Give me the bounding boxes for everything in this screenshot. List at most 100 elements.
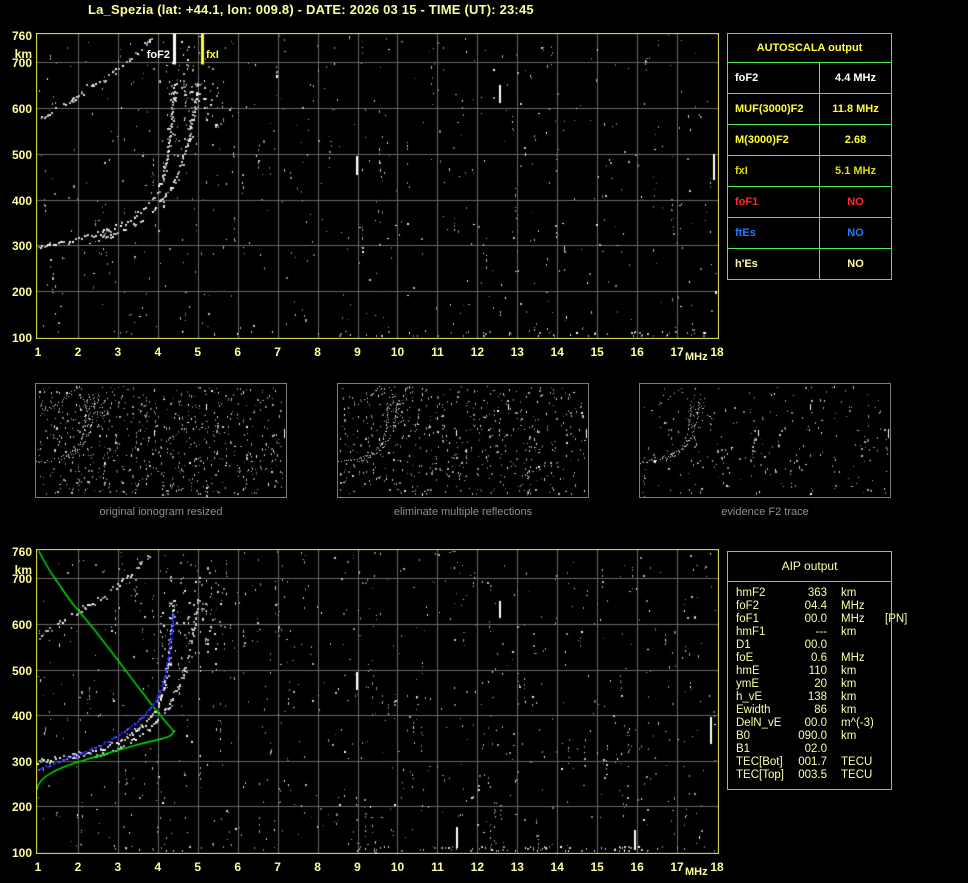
aip-unit: TECU [841,769,873,781]
aip-note [879,626,891,639]
aip-note [879,587,891,600]
autoscala-param-value: NO [847,258,864,270]
x-tick-label: 9 [354,345,361,359]
x-tick-label: 13 [510,860,524,874]
aip-unit: MHz [841,613,865,625]
thumbnail-caption-eliminate: eliminate multiple reflections [393,506,533,518]
autoscala-param-label: foF2 [728,63,820,93]
aip-unit: km [841,691,857,703]
aip-param: ymE [736,678,759,690]
aip-note: [PN] [885,613,908,625]
aip-row-ymE: ymE 20 km [736,678,891,691]
autoscala-param-label: ftEs [728,218,820,248]
autoscala-param-label: MUF(3000)F2 [728,94,820,124]
aip-value: 20 [814,678,827,690]
aip-note [879,704,891,717]
autoscala-param-value: 11.8 MHz [832,103,879,115]
x-tick-label: 1 [34,345,42,359]
aip-unit: km [841,665,857,677]
aip-row-foE: foE 0.6 MHz [736,652,891,665]
aip-row-D1: D1 00.0 [736,639,891,652]
autoscala-output-table: AUTOSCALA output foF2 4.4 MHz MUF(3000)F2 1… [727,33,892,280]
x-tick-label: 11 [431,860,444,874]
aip-row-TEC[Top]: TEC[Top] 003.5 TECU [736,769,891,782]
x-tick-label: 8 [314,860,321,874]
x-tick-label: 4 [154,345,162,359]
aip-param: foF1 [736,613,760,625]
aip-value: 04.4 [804,600,827,612]
autoscala-row-MUF(3000)F2: MUF(3000)F2 11.8 MHz [728,94,891,125]
thumbnail-original-ionogram [35,383,287,498]
y-tick-label: 500 [11,147,32,162]
aip-row-DelN_vE: DelN_vE 00.0 m^(-3) [736,717,891,730]
aip-param: DelN_vE [736,717,782,729]
autoscala-param-label: h'Es [728,249,820,279]
aip-value: 003.5 [798,769,827,781]
aip-note [879,665,891,678]
aip-unit: MHz [841,652,865,664]
aip-param: hmE [736,665,760,677]
aip-unit: km [841,730,857,742]
aip-param: TEC[Top] [736,769,784,781]
autoscala-param-label: foF1 [728,187,820,217]
aip-note [879,652,891,665]
x-tick-label: 6 [234,860,242,874]
autoscala-row-M(3000)F2: M(3000)F2 2.68 [728,125,891,156]
aip-table-body: hmF2 363 km foF2 04.4 MHz foF1 00.0 MHz [PN] hmF1 -… [728,582,907,782]
x-axis-unit-label: MHz [685,866,708,878]
aip-table-title: AIP output [728,552,891,582]
x-tick-label: 4 [154,860,162,874]
aip-output-table: AIP output hmF2 363 km foF2 04.4 MHz foF1 00.0 M… [727,551,907,790]
aip-param: h_vE [736,691,763,703]
x-tick-label: 7 [274,860,281,874]
y-tick-label: 500 [11,663,32,678]
x-tick-label: 12 [470,345,485,359]
y-tick-label: 760 [11,545,32,559]
thumbnail-eliminate-reflections [337,383,589,498]
x-tick-label: 2 [74,860,82,874]
autoscala-param-label: fxI [728,156,820,186]
autoscala-param-value: 4.4 MHz [835,72,876,84]
y-axis-unit-label: km [14,47,32,61]
aip-unit [827,639,879,652]
y-tick-label: 200 [11,800,32,815]
aip-param: hmF1 [736,626,766,638]
aip-row-hmF2: hmF2 363 km [736,587,891,600]
autoscala-param-value: 5.1 MHz [835,165,876,177]
autoscala-row-h'Es: h'Es NO [728,249,891,279]
aip-value: 0.6 [811,652,827,664]
x-tick-label: 13 [510,345,524,359]
thumbnail-evidence-f2-trace [639,383,891,498]
aip-unit [827,743,879,756]
x-tick-label: 18 [710,345,724,359]
aip-param: foE [736,652,754,664]
aip-unit: km [841,678,857,690]
autoscala-table-body: foF2 4.4 MHz MUF(3000)F2 11.8 MHz M(3000)F2 2… [728,63,891,279]
fof2-marker-label: foF2 [146,49,170,61]
aip-note [879,756,891,769]
y-tick-label: 600 [11,617,32,632]
aip-value: 00.0 [804,717,827,729]
aip-note [879,600,891,613]
autoscala-param-label: M(3000)F2 [728,125,820,155]
aip-note [879,691,891,704]
y-tick-label: 300 [11,239,32,254]
x-tick-label: 5 [194,345,202,359]
aip-row-hmF1: hmF1 --- km [736,626,891,639]
autoscala-output-page: La_Spezia (lat: +44.1, lon: 009.8) - DAT… [0,0,968,883]
fxi-marker-label: fxI [206,49,219,61]
x-tick-label: 11 [431,345,444,359]
y-tick-label: 760 [11,29,32,43]
aip-note [879,639,891,652]
aip-row-h_vE: h_vE 138 km [736,691,891,704]
aip-row-Ewidth: Ewidth 86 km [736,704,891,717]
aip-row-foF1: foF1 00.0 MHz [PN] [736,613,907,626]
autoscala-table-title: AUTOSCALA output [728,34,891,63]
x-tick-label: 15 [590,345,604,359]
y-tick-label: 400 [11,709,32,724]
aip-value: 86 [814,704,827,716]
x-tick-label: 6 [234,345,242,359]
x-tick-label: 2 [74,345,82,359]
y-axis-unit-label: km [14,563,32,577]
x-tick-label: 16 [630,345,644,359]
